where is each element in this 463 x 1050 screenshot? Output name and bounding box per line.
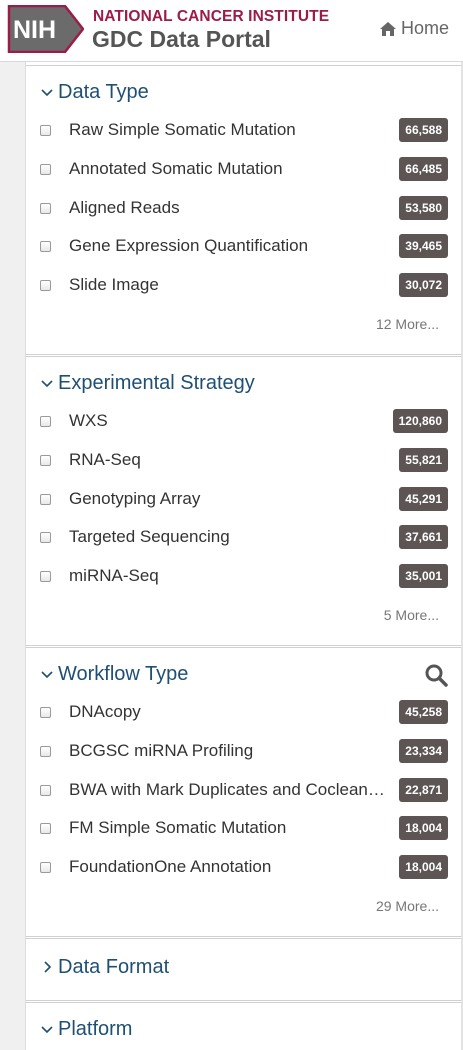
facet-header[interactable]: Data Format <box>40 955 169 979</box>
facet-item-label: RNA-Seq <box>69 450 141 469</box>
facet-item[interactable]: Gene Expression Quantification 39,465 <box>40 233 448 259</box>
nih-logo[interactable]: NIH <box>7 5 84 53</box>
count-badge: 18,004 <box>399 855 448 879</box>
more-link[interactable]: 29 More... <box>376 898 439 914</box>
facet-title: Data Format <box>58 955 170 978</box>
count-badge: 55,821 <box>399 448 448 472</box>
count-badge: 66,588 <box>399 118 448 142</box>
checkbox[interactable] <box>40 822 51 834</box>
facet-header[interactable]: Platform <box>40 1017 132 1041</box>
count-badge: 23,334 <box>399 739 448 763</box>
facet-item-label: WXS <box>69 411 108 430</box>
facet-item[interactable]: Aligned Reads 53,580 <box>40 195 448 221</box>
checkbox[interactable] <box>40 531 51 543</box>
facet-item-label: FM Simple Somatic Mutation <box>69 818 287 837</box>
facet-header[interactable]: Experimental Strategy <box>40 371 255 395</box>
checkbox[interactable] <box>40 454 51 466</box>
facet-header[interactable]: Data Type <box>40 80 149 104</box>
nih-logo-text: NIH <box>13 16 56 44</box>
count-badge: 18,004 <box>399 816 448 840</box>
chevron-down-icon <box>41 671 53 679</box>
facet-item[interactable]: DNAcopy 45,258 <box>40 699 448 725</box>
facet-item[interactable]: miRNA-Seq 35,001 <box>40 563 448 589</box>
checkbox[interactable] <box>40 706 51 718</box>
institute-name: NATIONAL CANCER INSTITUTE <box>93 8 330 25</box>
home-icon <box>380 21 396 36</box>
facet-item-label: Raw Simple Somatic Mutation <box>69 120 296 139</box>
home-label: Home <box>401 18 450 38</box>
facet-item[interactable]: Annotated Somatic Mutation 66,485 <box>40 156 448 182</box>
count-badge: 120,860 <box>392 409 448 433</box>
checkbox[interactable] <box>40 279 51 291</box>
more-link[interactable]: 12 More... <box>376 316 439 332</box>
count-badge: 22,871 <box>399 778 448 802</box>
facet-item[interactable]: FoundationOne Annotation 18,004 <box>40 854 448 880</box>
facet-item[interactable]: RNA-Seq 55,821 <box>40 447 448 473</box>
facet-item[interactable]: Targeted Sequencing 37,661 <box>40 524 448 550</box>
facet-workflow-type: Workflow Type DNAcopy 45,258 BCGSC miRNA… <box>26 647 461 937</box>
checkbox[interactable] <box>40 163 51 175</box>
checkbox[interactable] <box>40 202 51 214</box>
facet-item-label: DNAcopy <box>69 702 141 721</box>
facet-item-label: Targeted Sequencing <box>69 527 230 546</box>
facet-item-label: miRNA-Seq <box>69 566 159 585</box>
count-badge: 35,001 <box>399 564 448 588</box>
checkbox[interactable] <box>40 493 51 505</box>
facet-title: Workflow Type <box>58 662 189 685</box>
facet-item-label: Gene Expression Quantification <box>69 236 309 255</box>
facet-data-type: Data Type Raw Simple Somatic Mutation 66… <box>26 65 461 355</box>
chevron-down-icon <box>41 380 53 388</box>
facet-item[interactable]: BCGSC miRNA Profiling 23,334 <box>40 738 448 764</box>
count-badge: 53,580 <box>399 196 448 220</box>
facet-item[interactable]: FM Simple Somatic Mutation 18,004 <box>40 815 448 841</box>
facet-platform: Platform <box>26 1002 461 1050</box>
chevron-down-icon <box>41 89 53 97</box>
facet-title: Data Type <box>58 80 149 103</box>
count-badge: 39,465 <box>399 234 448 258</box>
checkbox[interactable] <box>40 570 51 582</box>
facet-item-label: FoundationOne Annotation <box>69 857 272 876</box>
more-link[interactable]: 5 More... <box>384 607 439 623</box>
checkbox[interactable] <box>40 745 51 757</box>
facet-item-label: Aligned Reads <box>69 198 180 217</box>
count-badge: 37,661 <box>399 525 448 549</box>
facet-experimental-strategy: Experimental Strategy WXS 120,860 RNA-Se… <box>26 356 461 646</box>
facet-item[interactable]: Genotyping Array 45,291 <box>40 486 448 512</box>
count-badge: 45,291 <box>399 487 448 511</box>
chevron-down-icon <box>41 1026 53 1034</box>
facet-title: Platform <box>58 1017 133 1040</box>
facet-item-label: BWA with Mark Duplicates and Cocleaning <box>69 780 385 799</box>
checkbox[interactable] <box>40 124 51 136</box>
facet-item[interactable]: BWA with Mark Duplicates and Cocleaning … <box>40 777 448 803</box>
home-link[interactable]: Home <box>379 18 449 39</box>
chevron-right-icon <box>44 961 52 973</box>
checkbox[interactable] <box>40 784 51 796</box>
count-badge: 45,258 <box>399 700 448 724</box>
facet-item[interactable]: Raw Simple Somatic Mutation 66,588 <box>40 117 448 143</box>
checkbox[interactable] <box>40 415 51 427</box>
facet-item-label: Genotyping Array <box>69 489 201 508</box>
facet-header[interactable]: Workflow Type <box>40 662 188 686</box>
count-badge: 66,485 <box>399 157 448 181</box>
search-icon[interactable] <box>424 663 448 687</box>
facet-item[interactable]: WXS 120,860 <box>40 408 448 434</box>
checkbox[interactable] <box>40 240 51 252</box>
facet-item-label: Annotated Somatic Mutation <box>69 159 283 178</box>
portal-name[interactable]: GDC Data Portal <box>92 26 271 53</box>
facet-item[interactable]: Slide Image 30,072 <box>40 272 448 298</box>
left-gutter <box>0 62 26 1050</box>
count-badge: 30,072 <box>399 273 448 297</box>
facet-item-label: Slide Image <box>69 275 159 294</box>
site-header: NIH NATIONAL CANCER INSTITUTE GDC Data P… <box>0 0 463 62</box>
checkbox[interactable] <box>40 861 51 873</box>
facet-item-label: BCGSC miRNA Profiling <box>69 741 254 760</box>
facet-data-format: Data Format <box>26 938 461 1001</box>
facet-title: Experimental Strategy <box>58 371 255 394</box>
